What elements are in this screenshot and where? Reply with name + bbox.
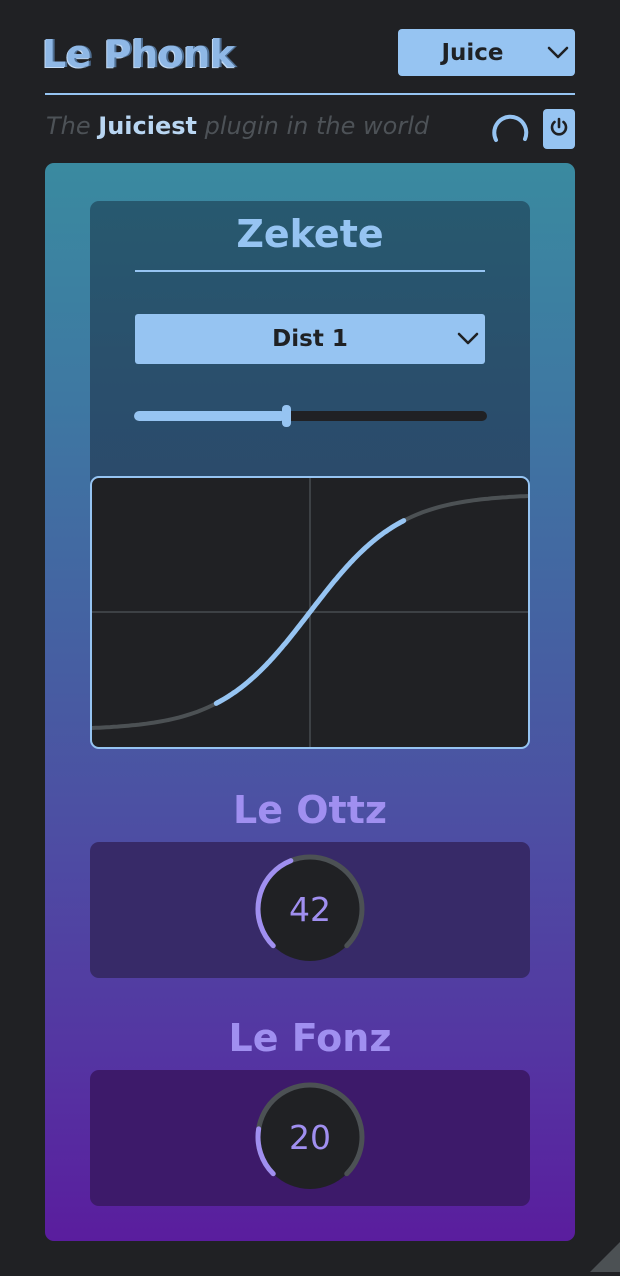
ottz-knob[interactable]: 42 — [252, 851, 368, 967]
power-button[interactable] — [543, 109, 575, 149]
distortion-title: Zekete — [236, 212, 384, 256]
chevron-down-icon — [541, 46, 575, 60]
drive-slider-thumb[interactable] — [282, 405, 291, 427]
drive-slider[interactable] — [134, 405, 487, 427]
tagline: The Juiciest plugin in the world — [46, 112, 429, 140]
tagline-after: plugin in the world — [204, 112, 430, 140]
tagline-before: The — [46, 112, 91, 140]
header-divider — [45, 93, 575, 95]
spinner-icon — [490, 110, 530, 154]
power-icon — [548, 116, 570, 142]
ottz-title: Le Ottz — [233, 788, 387, 832]
transfer-curve-display — [90, 476, 530, 749]
fonz-knob[interactable]: 20 — [252, 1079, 368, 1195]
preset-selected-label: Juice — [441, 39, 504, 66]
preset-dropdown[interactable]: Juice — [398, 29, 575, 76]
fonz-title: Le Fonz — [228, 1016, 392, 1060]
chevron-down-icon — [451, 332, 485, 346]
distortion-title-divider — [135, 270, 485, 272]
drive-slider-fill — [134, 411, 286, 421]
resize-grip-icon[interactable] — [590, 1242, 620, 1276]
ottz-value: 42 — [289, 889, 331, 929]
app-logo: Le Phonk — [42, 32, 235, 76]
tagline-strong: Juiciest — [98, 112, 198, 140]
fonz-value: 20 — [289, 1117, 331, 1157]
distortion-mode-label: Dist 1 — [272, 326, 348, 352]
distortion-mode-dropdown[interactable]: Dist 1 — [135, 314, 485, 364]
